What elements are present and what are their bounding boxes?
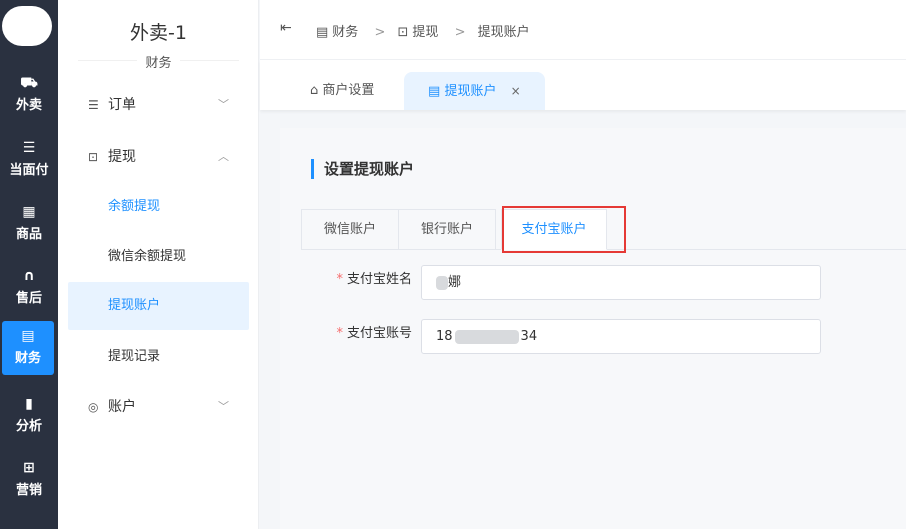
- subtitle-text: 财务: [137, 56, 180, 71]
- rail-item-goods[interactable]: ▦ 商品: [0, 197, 58, 251]
- redacted-text: [454, 329, 519, 344]
- menu-item-withdraw[interactable]: ⊡ 提现 ︿: [68, 133, 249, 181]
- breadcrumb-item-withdraw-account: 提现账户: [477, 25, 530, 40]
- bar-chart-icon: ▮: [25, 396, 33, 412]
- menu-item-balance-withdraw[interactable]: 余额提现: [68, 183, 249, 231]
- rail-label: 外卖: [15, 98, 42, 113]
- account-type-tabs: 微信账户 银行账户 支付宝账户: [301, 209, 906, 250]
- rail-label: 分析: [15, 419, 42, 434]
- menu-item-withdraw-records[interactable]: 提现记录: [68, 333, 249, 381]
- breadcrumb: ▤ 财务 > ⊡ 提现 > 提现账户: [316, 21, 534, 40]
- user-circle-icon: ◎: [88, 400, 99, 414]
- page-tabs: ⌂ 商户设置 ▤ 提现账户 ×: [260, 60, 906, 110]
- wallet-icon: ▤: [428, 84, 441, 99]
- tab-withdraw-account[interactable]: ▤ 提现账户 ×: [404, 72, 545, 110]
- page-title: 设置提现账户: [311, 159, 414, 179]
- settings-card: 设置提现账户 微信账户 银行账户 支付宝账户 * 支付宝姓名 娜 * 支付宝账号 1…: [280, 128, 906, 529]
- rail-label: 当面付: [9, 163, 49, 178]
- tab-merchant-settings[interactable]: ⌂ 商户设置: [310, 72, 374, 110]
- alipay-account-label: * 支付宝账号: [330, 319, 412, 354]
- rail-item-face-pay[interactable]: ☰ 当面付: [0, 133, 58, 187]
- tab-alipay-account[interactable]: 支付宝账户: [501, 209, 607, 250]
- label-text: 支付宝姓名: [346, 272, 412, 287]
- alipay-name-label: * 支付宝姓名: [330, 265, 412, 300]
- rail-item-finance[interactable]: ▤ 财务: [2, 321, 54, 375]
- rail-item-analysis[interactable]: ▮ 分析: [0, 389, 58, 443]
- chevron-up-icon: ︿: [218, 150, 229, 163]
- yen-box-icon: ⊡: [397, 25, 409, 40]
- tab-label: 商户设置: [322, 83, 375, 98]
- tab-bank-account[interactable]: 银行账户: [398, 209, 496, 250]
- menu-item-wechat-balance-withdraw[interactable]: 微信余额提现: [68, 233, 249, 281]
- breadcrumb-separator: >: [454, 25, 466, 40]
- menu-item-account[interactable]: ◎ 账户 ﹀: [68, 383, 249, 431]
- rail-label: 售后: [15, 291, 42, 306]
- rail-label: 财务: [14, 351, 41, 366]
- alipay-account-field[interactable]: 18 34: [421, 319, 821, 354]
- rail-item-after-sales[interactable]: ∩ 售后: [0, 261, 58, 315]
- required-mark: *: [336, 326, 343, 341]
- finance-icon: ▤: [21, 328, 35, 344]
- gift-icon: ⊞: [23, 460, 35, 476]
- collapse-menu-icon[interactable]: ⇤: [280, 20, 292, 36]
- menu-item-withdraw-account[interactable]: 提现账户: [68, 282, 249, 330]
- avatar[interactable]: [2, 6, 52, 46]
- top-bar: ⇤ ▤ 财务 > ⊡ 提现 > 提现账户: [260, 0, 906, 60]
- tab-wechat-account[interactable]: 微信账户: [301, 209, 399, 250]
- field-value: 娜: [448, 275, 462, 290]
- close-icon[interactable]: ×: [511, 84, 521, 98]
- yen-box-icon: ⊡: [88, 150, 99, 164]
- breadcrumb-separator: >: [374, 25, 386, 40]
- field-value-prefix: 18: [436, 329, 453, 344]
- menu-label: 账户: [108, 399, 136, 415]
- redacted-text: [436, 275, 448, 290]
- alipay-name-field[interactable]: 娜: [421, 265, 821, 300]
- label-text: 支付宝账号: [346, 326, 412, 341]
- chevron-down-icon: ﹀: [218, 98, 229, 111]
- rail-item-marketing[interactable]: ⊞ 营销: [0, 453, 58, 507]
- menu-item-orders[interactable]: ☰ 订单 ﹀: [68, 81, 249, 129]
- menu-label: 订单: [108, 97, 136, 113]
- headset-icon: ∩: [23, 268, 35, 284]
- store-subtitle: 财务: [58, 52, 259, 71]
- rail-label: 营销: [15, 483, 42, 498]
- field-value-suffix: 34: [520, 329, 538, 344]
- breadcrumb-item-withdraw[interactable]: 提现: [412, 25, 438, 40]
- rail-label: 商品: [15, 227, 42, 242]
- gift-box-icon: ▦: [22, 204, 36, 220]
- list-icon: ☰: [22, 140, 36, 156]
- store-icon: ⌂: [310, 83, 319, 98]
- scooter-icon: ⛟: [20, 75, 38, 91]
- required-mark: *: [336, 272, 343, 287]
- list-icon: ☰: [88, 98, 99, 112]
- breadcrumb-item-finance[interactable]: 财务: [332, 25, 358, 40]
- app-rail: ⛟ 外卖 ☰ 当面付 ▦ 商品 ∩ 售后 ▤ 财务 ▮ 分析 ⊞ 营销: [0, 0, 58, 529]
- rail-item-takeout[interactable]: ⛟ 外卖: [0, 68, 58, 122]
- sub-menu: 外卖-1 财务 ☰ 订单 ﹀ ⊡ 提现 ︿ 余额提现 微信余额提现 提现账户 提现记…: [58, 0, 259, 529]
- tab-label: 提现账户: [444, 84, 497, 99]
- store-title: 外卖-1: [130, 22, 187, 44]
- finance-icon: ▤: [316, 25, 329, 40]
- chevron-down-icon: ﹀: [218, 400, 229, 413]
- menu-label: 提现: [108, 149, 136, 165]
